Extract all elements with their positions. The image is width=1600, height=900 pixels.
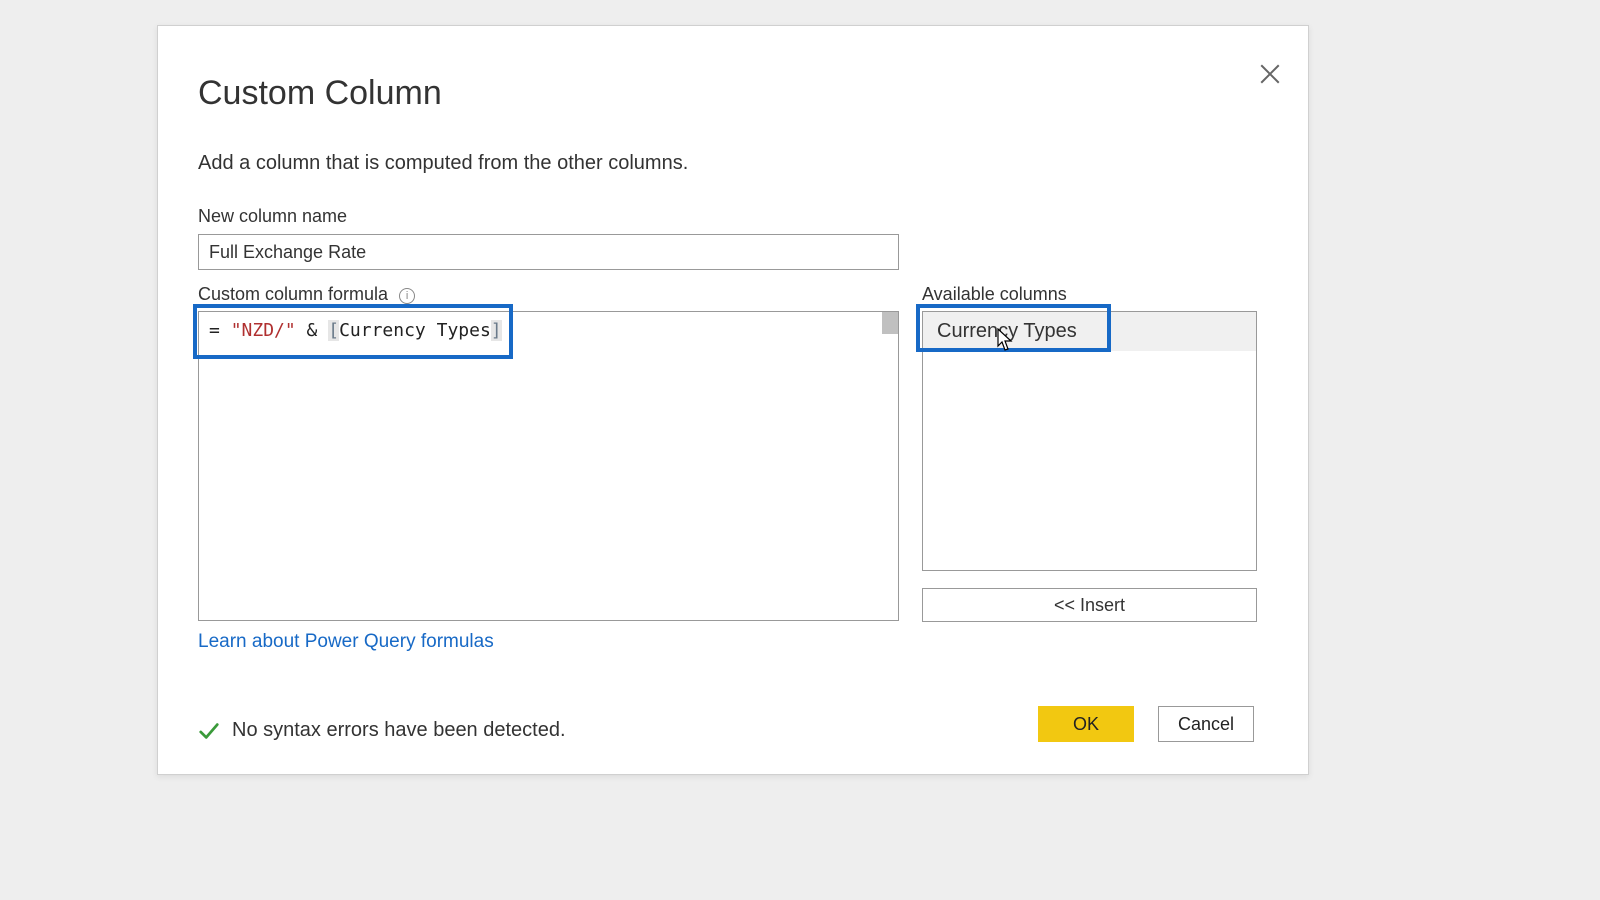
custom-column-dialog: Custom Column Add a column that is compu…: [157, 25, 1309, 775]
formula-content: = "NZD/" & [Currency Types]: [209, 320, 888, 341]
formula-token-concat: &: [296, 320, 329, 341]
close-icon[interactable]: [1260, 64, 1280, 84]
formula-token-rbracket: ]: [491, 320, 502, 341]
available-columns-list[interactable]: Currency Types: [922, 311, 1257, 571]
available-columns-label: Available columns: [922, 284, 1067, 305]
learn-link[interactable]: Learn about Power Query formulas: [198, 631, 494, 653]
check-icon: [198, 720, 220, 742]
formula-token-lbracket: [: [328, 320, 339, 341]
available-column-item[interactable]: Currency Types: [923, 312, 1256, 351]
new-column-name-label: New column name: [198, 206, 347, 227]
info-icon[interactable]: i: [399, 288, 415, 304]
dialog-title: Custom Column: [198, 74, 442, 113]
status-text: No syntax errors have been detected.: [232, 719, 566, 742]
formula-token-colref: Currency Types: [339, 320, 491, 341]
dialog-subtitle: Add a column that is computed from the o…: [198, 152, 688, 175]
new-column-name-input[interactable]: [198, 234, 899, 270]
formula-label: Custom column formula i: [198, 284, 415, 305]
formula-editor[interactable]: = "NZD/" & [Currency Types]: [198, 311, 899, 621]
formula-label-text: Custom column formula: [198, 284, 388, 304]
ok-button[interactable]: OK: [1038, 706, 1134, 742]
formula-token-equals: =: [209, 320, 231, 341]
formula-token-string: "NZD/": [231, 320, 296, 341]
insert-button[interactable]: << Insert: [922, 588, 1257, 622]
status-row: No syntax errors have been detected.: [198, 719, 566, 742]
cancel-button[interactable]: Cancel: [1158, 706, 1254, 742]
